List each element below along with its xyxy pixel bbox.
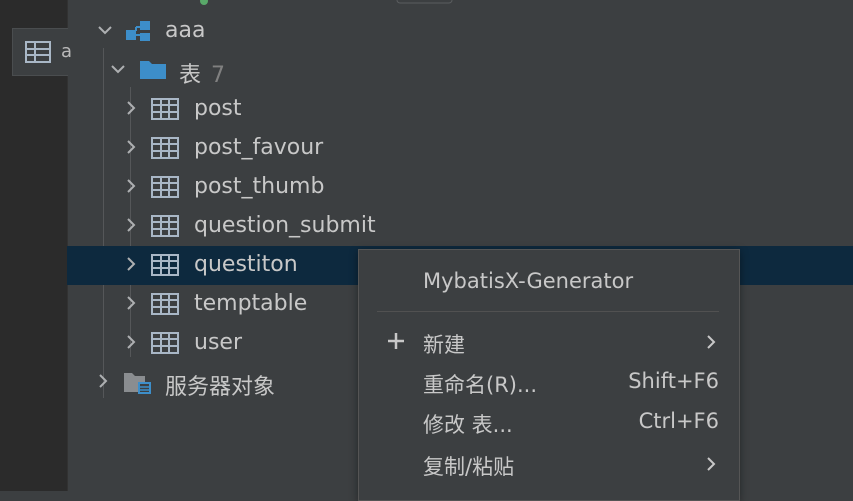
folder-count: 7 [211,63,226,88]
chevron-right-icon[interactable] [123,256,139,272]
table-icon [151,293,179,319]
table-name: post [194,96,242,121]
menu-item-shortcut: Shift+F6 [628,369,719,393]
table-icon [151,254,179,280]
server-objects-label: 服务器对象 [165,375,276,400]
table-row[interactable]: question_submit [67,207,853,246]
table-name: question_submit [194,213,376,238]
chevron-right-icon[interactable] [123,139,139,155]
context-menu: MybatisX-Generator 新建 重命名(R)... Shift+F6… [358,249,740,501]
table-icon [151,137,179,163]
menu-item-label: 复制/粘贴 [423,455,515,479]
chevron-right-icon [705,334,717,354]
table-name: post_favour [194,135,324,160]
schema-icon [125,19,153,47]
chevron-right-icon[interactable] [123,334,139,350]
chevron-right-icon [705,456,717,476]
chevron-down-icon[interactable] [110,61,126,77]
menu-item-rename[interactable]: 重命名(R)... Shift+F6 [359,362,739,402]
tree-row-tables-folder[interactable]: 表7 [67,51,853,90]
chevron-right-icon[interactable] [95,373,111,389]
menu-separator [377,311,719,312]
menu-item-label: 重命名(R)... [423,373,538,397]
menu-item-mybatisx-generator[interactable]: MybatisX-Generator [359,262,739,302]
tree-row-database[interactable]: aaa [67,12,853,51]
left-tool-strip: a [0,0,72,491]
table-icon [151,98,179,124]
table-name: temptable [194,291,308,316]
table-row[interactable]: post [67,90,853,129]
table-icon [151,176,179,202]
folder-icon [139,58,167,84]
menu-item-label: MybatisX-Generator [423,269,634,293]
table-icon [151,215,179,241]
chevron-right-icon[interactable] [123,217,139,233]
folder-name: 表 [179,63,202,88]
table-name: post_thumb [194,174,325,199]
menu-item-shortcut: Ctrl+F6 [638,409,719,433]
table-name: questiton [194,252,298,277]
chevron-right-icon[interactable] [123,178,139,194]
table-row[interactable]: post_favour [67,129,853,168]
database-name: aaa [165,18,206,43]
table-icon [25,41,51,67]
chevron-right-icon[interactable] [123,295,139,311]
table-row[interactable]: post_thumb [67,168,853,207]
table-name: user [194,330,242,355]
menu-item-new[interactable]: 新建 [359,322,739,362]
table-icon [151,332,179,358]
plus-icon [387,332,405,354]
chevron-right-icon[interactable] [123,100,139,116]
server-objects-folder-icon [123,370,153,400]
menu-item-copy-paste[interactable]: 复制/粘贴 [359,444,739,484]
folder-label: 表7 [179,57,225,89]
editor-tab[interactable]: a [12,28,72,76]
menu-item-label: 修改 表... [423,413,513,437]
menu-item-modify-table[interactable]: 修改 表... Ctrl+F6 [359,402,739,442]
partial-row [192,0,492,6]
menu-item-label: 新建 [423,333,465,357]
chevron-down-icon[interactable] [97,22,113,38]
